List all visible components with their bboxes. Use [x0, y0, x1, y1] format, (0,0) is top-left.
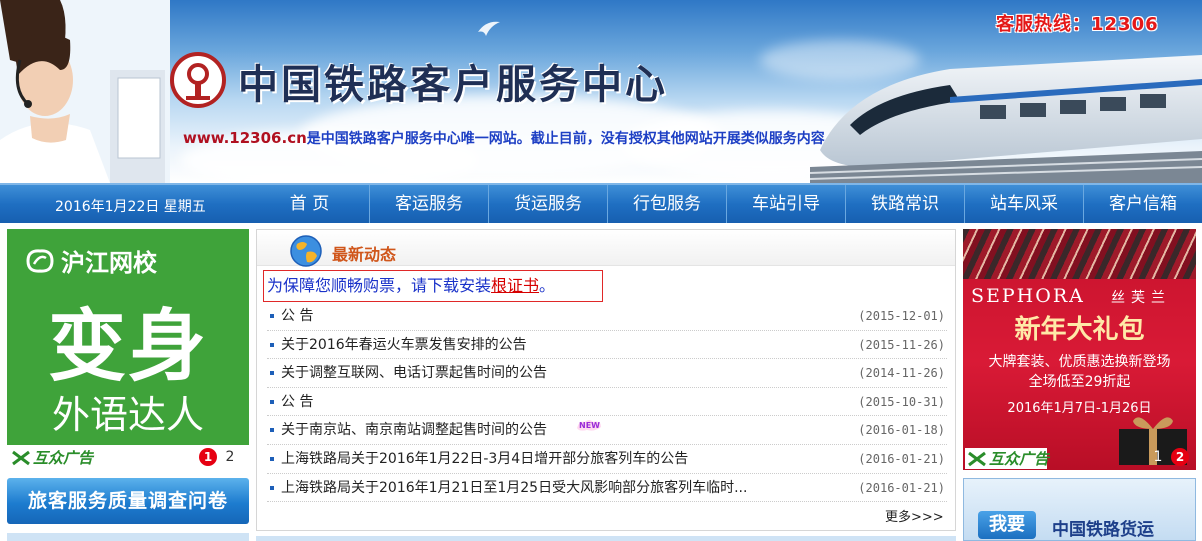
ad-line-2: 全场低至29折起 [1028, 374, 1131, 390]
hotline-text: 客服热线：12306 [996, 14, 1159, 35]
nav-item-station-guide[interactable]: 车站引导 [726, 185, 845, 223]
bullet-icon [270, 399, 274, 404]
news-link[interactable]: 上海铁路局关于2016年1月21日至1月25日受大风影响部分旅客列车临时... [281, 474, 747, 502]
nav-item-freight[interactable]: 货运服务 [488, 185, 607, 223]
bird-icon [478, 21, 500, 36]
sponsor-logo: 互众广告 [965, 448, 1049, 469]
ad-decoration [963, 229, 1196, 279]
ad-brand: 沪江网校 [61, 249, 157, 277]
main-nav: 2016年1月22日 星期五 首 页 客运服务 货运服务 行包服务 车站引导 铁… [0, 183, 1202, 223]
nav-item-station-style[interactable]: 站车风采 [964, 185, 1083, 223]
ad-line-1: 大牌套装、优质惠选换新登场 [988, 354, 1171, 370]
ad-brand: SEPHORA [971, 285, 1085, 307]
leaf-logo-icon [26, 248, 54, 273]
sponsor-mark-icon [12, 450, 30, 465]
left-ad-banner[interactable]: 沪江网校 变身 外语达人 互众广告 1 2 [7, 229, 249, 470]
nav-item-luggage[interactable]: 行包服务 [607, 185, 726, 223]
nav-items: 首 页 客运服务 货运服务 行包服务 车站引导 铁路常识 站车风采 客户信箱 [250, 185, 1202, 223]
news-link[interactable]: 公 告 [281, 388, 313, 416]
news-item: 公 告 (2015-10-31) [267, 388, 947, 417]
ad-headline: 变身 [47, 302, 208, 392]
right-ad-banner[interactable]: SEPHORA 丝芙兰 新年大礼包 大牌套装、优质惠选换新登场 全场低至29折起… [963, 229, 1196, 470]
news-item: 公 告 (2015-12-01) [267, 302, 947, 331]
current-date: 2016年1月22日 星期五 [55, 199, 206, 215]
news-link[interactable]: 关于调整互联网、电话订票起售时间的公告 [281, 359, 547, 387]
freight-button[interactable]: 我要 [978, 511, 1036, 539]
sponsor-name: 互众广告 [989, 450, 1050, 468]
ad-pager: 1 2 [199, 448, 239, 466]
sponsor-logo: 互众广告 [11, 447, 93, 468]
nav-item-mailbox[interactable]: 客户信箱 [1083, 185, 1202, 223]
ad-subline: 外语达人 [51, 393, 204, 437]
ad-footer: 互众广告 1 2 [7, 445, 249, 470]
globe-icon [290, 235, 322, 267]
more-link[interactable]: 更多>>> [885, 506, 944, 525]
bullet-icon [270, 314, 274, 318]
news-date: (2016-01-21) [858, 451, 945, 466]
notice-url: www.12306.cn [183, 129, 307, 147]
freight-banner[interactable]: 我要 中国铁路货运 [963, 478, 1196, 541]
news-link[interactable]: 关于南京站、南京南站调整起售时间的公告 [281, 416, 547, 444]
svg-text:NEW: NEW [579, 421, 600, 430]
nav-item-railway-knowledge[interactable]: 铁路常识 [845, 185, 964, 223]
bullet-icon [270, 342, 274, 347]
nav-item-passenger[interactable]: 客运服务 [369, 185, 488, 223]
bullet-icon [270, 428, 274, 433]
bullet-icon [270, 485, 274, 490]
pager-dot-2[interactable]: 2 [1171, 448, 1189, 466]
news-date: (2015-10-31) [858, 394, 945, 409]
certificate-notice: 为保障您顺畅购票，请下载安装根证书。 [263, 270, 603, 302]
header-banner: 中国铁路客户服务中心 www.12306.cn是中国铁路客户服务中心唯一网站。截… [0, 0, 1202, 183]
pager-dot-1[interactable]: 1 [199, 448, 217, 466]
bullet-icon [270, 456, 274, 461]
freight-text: 中国铁路货运 [1052, 520, 1154, 540]
ad-headline: 新年大礼包 [1014, 315, 1145, 345]
hujiang-logo: 沪江网校 [25, 243, 157, 278]
news-header: 最新动态 [257, 230, 955, 267]
nav-item-home[interactable]: 首 页 [250, 185, 369, 223]
news-panel: 最新动态 为保障您顺畅购票，请下载安装根证书。 公 告 (2015-12-01)… [256, 229, 956, 531]
train-image [810, 55, 1202, 183]
news-link[interactable]: 关于2016年春运火车票发售安排的公告 [281, 331, 527, 359]
new-badge-icon: NEW [577, 420, 601, 432]
bullet-icon [270, 371, 274, 376]
news-title: 最新动态 [332, 245, 397, 264]
center-bottom-banner [256, 536, 956, 541]
root-certificate-link[interactable]: 根证书 [491, 276, 539, 295]
news-item: 关于2016年春运火车票发售安排的公告 (2015-11-26) [267, 331, 947, 360]
survey-button[interactable]: 旅客服务质量调查问卷 [7, 478, 249, 524]
news-item: 关于调整互联网、电话订票起售时间的公告 (2014-11-26) [267, 359, 947, 388]
news-date: (2014-11-26) [858, 366, 945, 381]
ad-brand-cn: 丝芙兰 [1111, 290, 1171, 306]
news-date: (2015-12-01) [858, 309, 945, 323]
news-date: (2016-01-21) [858, 480, 945, 495]
news-item: 关于南京站、南京南站调整起售时间的公告 NEW (2016-01-18) [267, 416, 947, 445]
ad-pager: 1 2 [1149, 448, 1189, 466]
news-link[interactable]: 上海铁路局关于2016年1月22日-3月4日增开部分旅客列车的公告 [281, 445, 688, 473]
pager-dot-1[interactable]: 1 [1149, 448, 1167, 466]
service-agent-image [0, 0, 170, 183]
news-link[interactable]: 公 告 [281, 302, 313, 330]
news-date: (2015-11-26) [858, 337, 945, 352]
news-item: 上海铁路局关于2016年1月21日至1月25日受大风影响部分旅客列车临时... … [267, 474, 947, 503]
sponsor-name: 互众广告 [33, 449, 94, 467]
railway-logo-icon [170, 52, 226, 108]
pager-dot-2[interactable]: 2 [221, 448, 239, 466]
sponsor-logo-inner: 互众广告 [967, 448, 1049, 469]
news-item: 上海铁路局关于2016年1月22日-3月4日增开部分旅客列车的公告 (2016-… [267, 445, 947, 474]
site-title: 中国铁路客户服务中心 [238, 61, 668, 108]
certificate-notice-prefix: 为保障您顺畅购票，请下载安装 [267, 276, 492, 295]
left-bottom-banner [7, 533, 249, 541]
certificate-notice-suffix: 。 [539, 276, 556, 295]
news-list: 公 告 (2015-12-01) 关于2016年春运火车票发售安排的公告 (20… [267, 302, 947, 503]
sponsor-mark-icon [968, 451, 986, 466]
news-date: (2016-01-18) [858, 423, 945, 438]
